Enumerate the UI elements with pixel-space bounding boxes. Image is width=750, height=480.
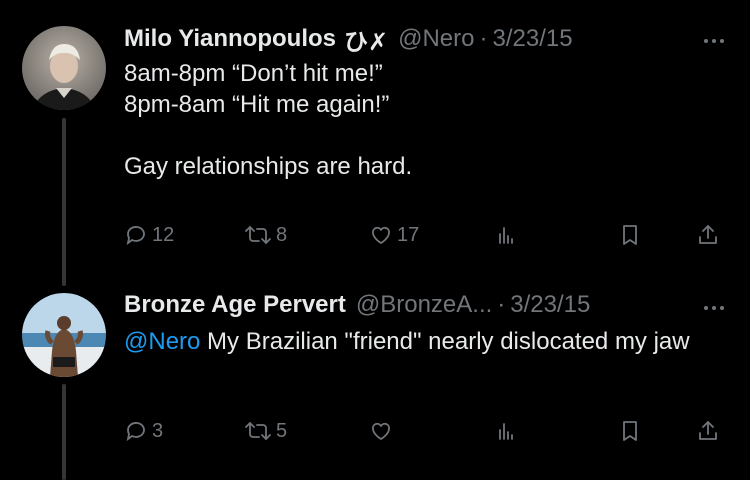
avatar[interactable] — [22, 293, 106, 377]
like-icon — [372, 422, 390, 440]
like-button[interactable] — [369, 416, 393, 446]
repost-count: 5 — [276, 419, 288, 442]
action-bar: 12 8 17 — [124, 220, 750, 250]
avatar[interactable] — [22, 26, 106, 110]
like-count: 17 — [397, 223, 420, 246]
mention-link[interactable]: @Nero — [124, 328, 200, 355]
views-icon — [499, 227, 513, 244]
tweet[interactable]: Bronze Age Pervert @BronzeA... · 3/23/15… — [0, 270, 750, 480]
separator-dot: · — [497, 291, 506, 318]
repost-count: 8 — [276, 223, 288, 246]
thread-line — [62, 384, 66, 480]
reply-button[interactable]: 12 — [124, 220, 174, 250]
repost-icon — [245, 226, 271, 244]
like-button[interactable]: 17 — [369, 220, 419, 250]
separator-dot: · — [479, 25, 488, 52]
reply-count: 3 — [152, 419, 164, 442]
share-button[interactable] — [696, 220, 720, 250]
repost-icon — [245, 422, 271, 440]
bookmark-icon — [623, 225, 637, 245]
views-icon — [499, 423, 513, 440]
reply-count: 12 — [152, 223, 175, 246]
user-handle[interactable]: @Nero — [398, 25, 474, 53]
display-name[interactable]: Bronze Age Pervert — [124, 291, 346, 319]
reply-button[interactable]: 3 — [124, 416, 163, 446]
reply-icon — [126, 226, 145, 246]
share-button[interactable] — [696, 416, 720, 446]
bookmark-button[interactable] — [618, 220, 642, 250]
name-emoji: ひ✗ — [344, 28, 389, 56]
tweet-header: Bronze Age Pervert @BronzeA... · 3/23/15 — [124, 290, 590, 320]
reply-icon — [126, 422, 145, 442]
share-icon — [699, 225, 717, 244]
more-icon[interactable] — [704, 39, 724, 43]
tweet-text: 8am-8pm “Don’t hit me!” 8pm-8am “Hit me … — [124, 60, 413, 180]
share-icon — [699, 421, 717, 440]
more-icon[interactable] — [704, 306, 724, 310]
like-icon — [372, 226, 390, 244]
bookmark-icon — [623, 421, 637, 441]
views-button[interactable] — [494, 220, 518, 250]
action-bar: 3 5 — [124, 416, 750, 446]
thread-line — [62, 118, 66, 286]
bookmark-button[interactable] — [618, 416, 642, 446]
tweet-text: @Nero My Brazilian "friend" nearly dislo… — [124, 326, 724, 357]
repost-button[interactable]: 5 — [244, 416, 287, 446]
repost-button[interactable]: 8 — [244, 220, 287, 250]
views-button[interactable] — [494, 416, 518, 446]
tweet-date[interactable]: 3/23/15 — [510, 291, 590, 319]
display-name[interactable]: Milo Yiannopoulos — [124, 25, 336, 53]
tweet-header: Milo Yiannopoulos ひ✗ @Nero · 3/23/15 — [124, 24, 573, 56]
user-handle[interactable]: @BronzeA... — [356, 291, 492, 319]
tweet[interactable]: Milo Yiannopoulos ひ✗ @Nero · 3/23/15 8am… — [0, 0, 750, 286]
tweet-body: My Brazilian "friend" nearly dislocated … — [200, 328, 690, 355]
tweet-date[interactable]: 3/23/15 — [493, 25, 573, 53]
